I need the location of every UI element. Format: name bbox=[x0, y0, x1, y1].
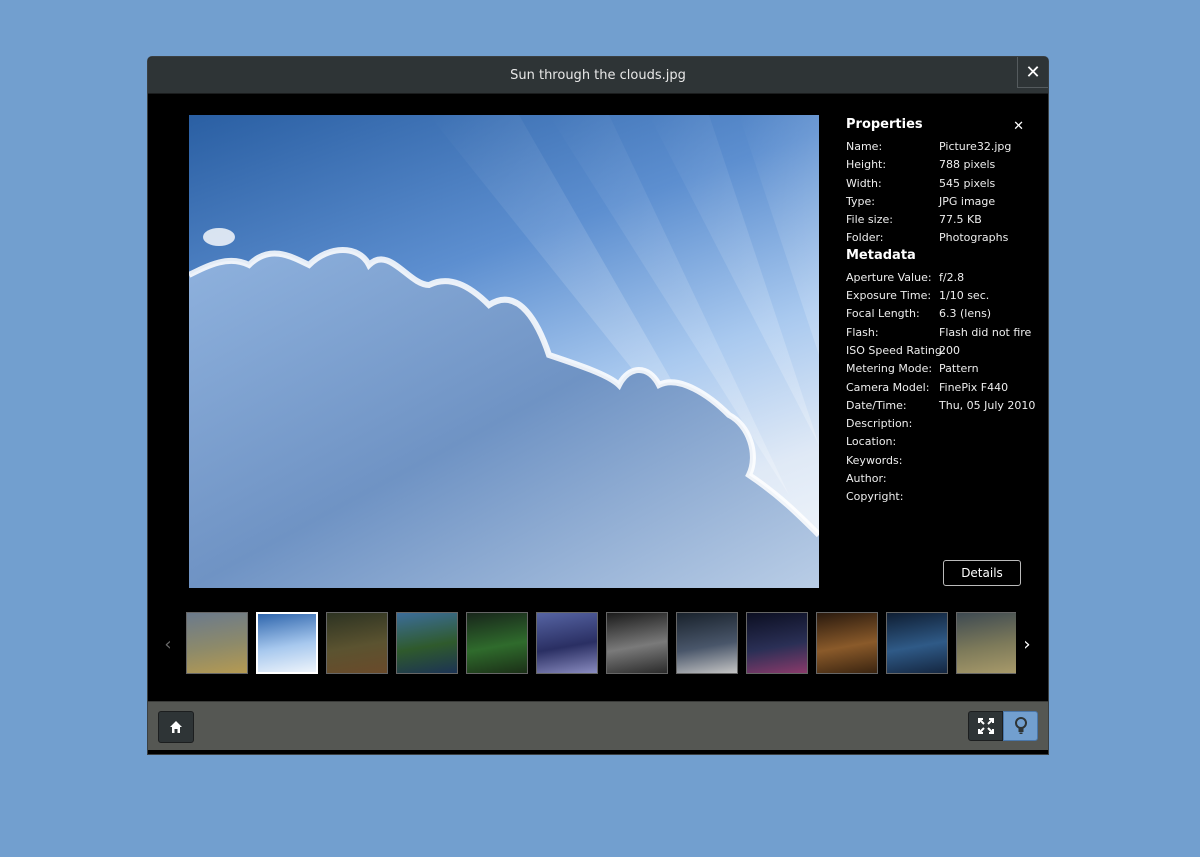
view-toggle-group bbox=[968, 711, 1038, 741]
thumbnail-blue-trees[interactable] bbox=[886, 612, 948, 674]
thumbnail-golden-grid[interactable] bbox=[816, 612, 878, 674]
meta-row: Author: bbox=[846, 472, 887, 486]
thumbnail-sun-clouds[interactable] bbox=[256, 612, 318, 674]
thumbnail-green-valley[interactable] bbox=[466, 612, 528, 674]
meta-row: Metering Mode: Pattern bbox=[846, 362, 979, 376]
close-properties-icon[interactable]: ✕ bbox=[1013, 119, 1024, 134]
prop-row: Type: JPG image bbox=[846, 194, 996, 208]
thumbnail-island-lake[interactable] bbox=[396, 612, 458, 674]
main-photo bbox=[189, 115, 819, 588]
home-icon bbox=[170, 721, 182, 733]
photo-viewer-window: Sun through the clouds.jpg ✕ ✕ Propertie… bbox=[148, 57, 1048, 754]
thumbnail-list bbox=[186, 612, 1016, 676]
close-window-button[interactable]: ✕ bbox=[1017, 57, 1048, 88]
meta-row: Description: bbox=[846, 417, 913, 431]
previous-arrow-icon[interactable]: ‹ bbox=[158, 632, 178, 656]
thumbnail-strip: ‹ › bbox=[148, 610, 1048, 678]
title-bar: Sun through the clouds.jpg ✕ bbox=[148, 57, 1048, 94]
thumbnail-night-road[interactable] bbox=[676, 612, 738, 674]
home-button[interactable] bbox=[158, 711, 194, 743]
meta-row: Copyright: bbox=[846, 490, 904, 504]
fullscreen-icon bbox=[977, 718, 994, 734]
bottom-toolbar bbox=[148, 701, 1048, 751]
prop-row: Folder: Photographs bbox=[846, 231, 1009, 245]
fullscreen-button[interactable] bbox=[968, 711, 1003, 741]
bottom-border bbox=[148, 750, 1048, 754]
prop-row: Width: 545 pixels bbox=[846, 176, 996, 190]
properties-panel: ✕ Properties Name: Picture32.jpg Height: 7… bbox=[846, 117, 1036, 507]
meta-row: Keywords: bbox=[846, 453, 903, 467]
meta-row: Date/Time: Thu, 05 July 2010 bbox=[846, 398, 1036, 412]
meta-row: Focal Length: 6.3 (lens) bbox=[846, 307, 992, 321]
thumbnail-night-skyline[interactable] bbox=[746, 612, 808, 674]
close-icon: ✕ bbox=[1025, 61, 1041, 83]
thumbnail-grass-field[interactable] bbox=[186, 612, 248, 674]
meta-row: Exposure Time: 1/10 sec. bbox=[846, 289, 990, 303]
thumbnail-starburst-lights[interactable] bbox=[606, 612, 668, 674]
next-arrow-icon[interactable]: › bbox=[1017, 632, 1037, 656]
thumbnail-forest-path[interactable] bbox=[326, 612, 388, 674]
prop-row: Height: 788 pixels bbox=[846, 158, 996, 172]
prop-row: File size: 77.5 KB bbox=[846, 213, 982, 227]
details-button[interactable]: Details bbox=[943, 560, 1021, 586]
window-title: Sun through the clouds.jpg bbox=[510, 67, 686, 83]
metadata-heading: Metadata bbox=[846, 247, 916, 263]
meta-row: Flash: Flash did not fire bbox=[846, 325, 1032, 339]
meta-row: Location: bbox=[846, 435, 897, 449]
thumbnail-moor-hills[interactable] bbox=[956, 612, 1016, 674]
thumbnail-city-reflection[interactable] bbox=[536, 612, 598, 674]
meta-row: ISO Speed Rating: 200 bbox=[846, 343, 960, 357]
meta-row: Aperture Value: f/2.8 bbox=[846, 270, 965, 284]
lightbulb-icon bbox=[1014, 717, 1027, 734]
lights-toggle-button[interactable] bbox=[1003, 711, 1038, 741]
prop-row: Name: Picture32.jpg bbox=[846, 140, 1012, 153]
photo-clouds-illustration bbox=[189, 115, 819, 588]
properties-heading: Properties bbox=[846, 117, 923, 132]
meta-row: Camera Model: FinePix F440 bbox=[846, 380, 1009, 394]
